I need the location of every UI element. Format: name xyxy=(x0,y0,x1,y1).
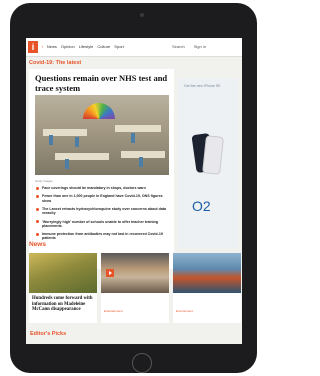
main-headline[interactable]: Questions remain over NHS test and trace… xyxy=(35,73,168,93)
nav-link-lifestyle[interactable]: Lifestyle xyxy=(79,44,94,49)
news-image xyxy=(29,253,97,293)
related-link[interactable]: Face coverings should be mandatory in sh… xyxy=(35,186,169,190)
top-nav: i i News Opinion Lifestyle Culture Sport… xyxy=(26,38,242,57)
brand-logo: O2 xyxy=(192,198,211,214)
chair-shape xyxy=(139,157,143,167)
news-card[interactable]: Hundreds come forward with information o… xyxy=(29,253,97,323)
nav-link-i[interactable]: i xyxy=(42,44,43,49)
site-logo[interactable]: i xyxy=(28,41,38,53)
signin-link[interactable]: Sign in xyxy=(194,44,206,49)
related-link[interactable]: Fewer than one in 1,000 people in Englan… xyxy=(35,194,169,203)
news-title[interactable]: Hundreds come forward with information o… xyxy=(32,296,94,313)
rainbow-drawing xyxy=(83,103,115,119)
nav-actions: Search Sign in xyxy=(172,44,206,49)
image-caption: Getty Images xyxy=(35,179,53,183)
main-story-card: Questions remain over NHS test and trace… xyxy=(29,69,174,269)
related-link[interactable]: Immune protection from antibodies may no… xyxy=(35,232,169,240)
chair-shape xyxy=(49,135,53,145)
chair-shape xyxy=(75,137,79,147)
home-button[interactable] xyxy=(132,353,152,373)
nav-link-sport[interactable]: Sport xyxy=(114,44,124,49)
section-heading-news[interactable]: News xyxy=(29,241,46,248)
desk-shape xyxy=(55,153,109,160)
search-link[interactable]: Search xyxy=(172,44,185,49)
related-links-list: Face coverings should be mandatory in sh… xyxy=(35,186,169,245)
chair-shape xyxy=(131,133,135,143)
hero-image[interactable] xyxy=(35,95,169,175)
related-link[interactable]: The Lancet retracts hydroxychloroquine s… xyxy=(35,207,169,215)
desk-shape xyxy=(121,151,165,158)
advert-text: Get the new iPhone SE xyxy=(184,84,221,88)
news-tag: Entertainment xyxy=(104,309,123,313)
section-heading-covid[interactable]: Covid-19: The latest xyxy=(29,60,81,66)
nav-link-opinion[interactable]: Opinion xyxy=(61,44,75,49)
news-image xyxy=(173,253,241,293)
play-icon[interactable] xyxy=(106,269,114,277)
advert-panel[interactable]: Get the new iPhone SE O2 xyxy=(178,78,238,248)
news-card[interactable]: Entertainment xyxy=(101,253,169,323)
nav-link-news[interactable]: News xyxy=(47,44,57,49)
chair-shape xyxy=(65,159,69,169)
camera-dot xyxy=(140,13,144,17)
nav-link-culture[interactable]: Culture xyxy=(97,44,110,49)
app-screen: i i News Opinion Lifestyle Culture Sport… xyxy=(26,38,242,344)
nav-links: i News Opinion Lifestyle Culture Sport xyxy=(42,44,124,49)
news-tag: Environment xyxy=(176,309,193,313)
section-heading-editors[interactable]: Editor's Picks xyxy=(30,331,66,337)
related-link[interactable]: 'Worryingly high' number of schools unab… xyxy=(35,220,169,228)
desk-shape xyxy=(115,125,161,132)
news-card[interactable]: Environment xyxy=(173,253,241,323)
news-image xyxy=(101,253,169,293)
phone-image-light xyxy=(202,135,224,175)
